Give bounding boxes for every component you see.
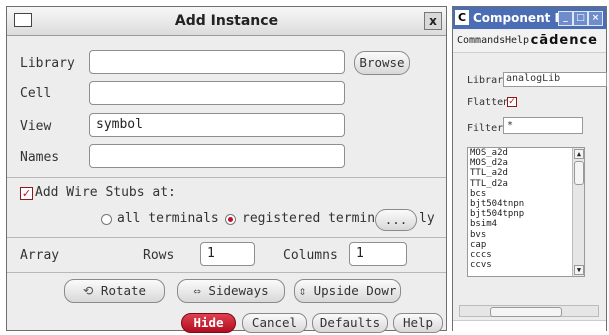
all-terminals-radio[interactable] <box>101 214 112 225</box>
cell-list-item[interactable]: MOS_d2a <box>468 158 584 168</box>
upside-down-button[interactable]: ⇕ Upside Dowr <box>294 279 401 303</box>
sideways-icon: ⇔ <box>193 283 209 298</box>
vertical-scrollbar[interactable]: ▲ ▼ <box>572 148 584 276</box>
view-field[interactable]: symbol <box>89 113 345 137</box>
cell-list-item[interactable]: cccs <box>468 250 584 260</box>
rows-label: Rows <box>143 248 175 263</box>
library-label: Library <box>20 56 75 71</box>
cell-list-item[interactable]: TTL_d2a <box>468 179 584 189</box>
add-instance-dialog: Add Instance x Library Browse Cell View … <box>6 6 447 333</box>
rotate-button[interactable]: ⟲ Rotate <box>64 279 165 303</box>
cell-list-item[interactable]: TTL_a2d <box>468 168 584 178</box>
filter-label: Filter <box>467 123 504 134</box>
menu-help[interactable]: Help <box>505 35 529 46</box>
filter-field[interactable]: * <box>503 117 583 134</box>
defaults-button[interactable]: Defaults <box>312 313 388 333</box>
registered-terminals-label: registered termina <box>242 211 383 226</box>
more-options-button[interactable]: ... <box>375 209 417 231</box>
upside-down-label: Upside Dowr <box>313 283 397 298</box>
registered-terminals-label-tail: ly <box>419 211 435 226</box>
scroll-thumb[interactable] <box>574 161 584 185</box>
cell-list-item[interactable]: ccvs <box>468 260 584 270</box>
cell-field[interactable] <box>89 81 345 105</box>
help-button[interactable]: Help <box>393 313 443 333</box>
all-terminals-label: all terminals <box>117 211 219 226</box>
cadence-logo: cādence <box>530 33 598 48</box>
rows-field[interactable]: 1 <box>200 242 255 266</box>
title-bar[interactable]: Add Instance x <box>7 7 446 36</box>
cell-list-item[interactable]: cap <box>468 240 584 250</box>
columns-label: Columns <box>283 248 338 263</box>
horizontal-scrollbar[interactable] <box>459 305 599 317</box>
menu-bar: Commands Help cādence <box>453 30 606 53</box>
cell-list[interactable]: MOS_a2d MOS_d2a TTL_a2d TTL_d2a bcs bjt504tnp… <box>467 147 585 277</box>
library-field[interactable] <box>89 50 345 74</box>
names-label: Names <box>20 150 60 165</box>
view-label: View <box>20 119 52 134</box>
flatten-label: Flatten <box>467 97 510 108</box>
menu-commands[interactable]: Commands <box>457 35 505 46</box>
component-browser-window: C Component Brows _ □ × Commands Help cā… <box>452 6 607 331</box>
columns-field[interactable]: 1 <box>349 242 407 266</box>
flatten-checkbox[interactable]: ✓ <box>507 97 517 107</box>
browse-button[interactable]: Browse <box>354 51 410 75</box>
cell-list-item[interactable]: MOS_a2d <box>468 148 584 158</box>
registered-terminals-radio[interactable] <box>225 214 236 225</box>
hide-button[interactable]: Hide <box>181 313 236 333</box>
app-icon: C <box>455 10 469 25</box>
rotate-label: Rotate <box>100 283 147 298</box>
add-wire-stubs-label: Add Wire Stubs at: <box>35 185 176 200</box>
upside-down-icon: ⇕ <box>298 283 314 298</box>
sideways-button[interactable]: ⇔ Sideways <box>177 279 285 303</box>
close-button[interactable]: x <box>424 12 442 30</box>
hscroll-thumb[interactable] <box>490 307 562 317</box>
cell-list-item[interactable]: bjt504tnpn <box>468 199 584 209</box>
maximize-icon[interactable]: □ <box>573 11 588 26</box>
rotate-icon: ⟲ <box>82 283 101 298</box>
minimize-icon[interactable]: _ <box>558 11 573 26</box>
cell-list-item[interactable]: bsim4 <box>468 219 584 229</box>
dialog-title: Add Instance <box>174 13 279 29</box>
title-bar[interactable]: C Component Brows _ □ × <box>453 7 606 29</box>
sideways-label: Sideways <box>208 283 269 298</box>
cell-list-item[interactable]: bvs <box>468 230 584 240</box>
separator <box>7 177 446 178</box>
close-icon[interactable]: × <box>588 11 603 26</box>
cell-list-item[interactable]: bjt504tpnp <box>468 209 584 219</box>
cell-label: Cell <box>20 86 52 101</box>
cell-list-item[interactable]: bcs <box>468 189 584 199</box>
scroll-up-icon[interactable]: ▲ <box>574 149 584 159</box>
library-select[interactable]: analogLib <box>503 72 607 87</box>
cancel-button[interactable]: Cancel <box>242 313 307 333</box>
status-line <box>453 320 606 331</box>
scroll-down-icon[interactable]: ▼ <box>574 265 584 275</box>
add-wire-stubs-checkbox[interactable]: ✓ <box>20 187 33 200</box>
separator <box>7 237 446 238</box>
array-label: Array <box>20 248 60 263</box>
separator <box>7 272 446 273</box>
names-field[interactable] <box>89 144 345 168</box>
